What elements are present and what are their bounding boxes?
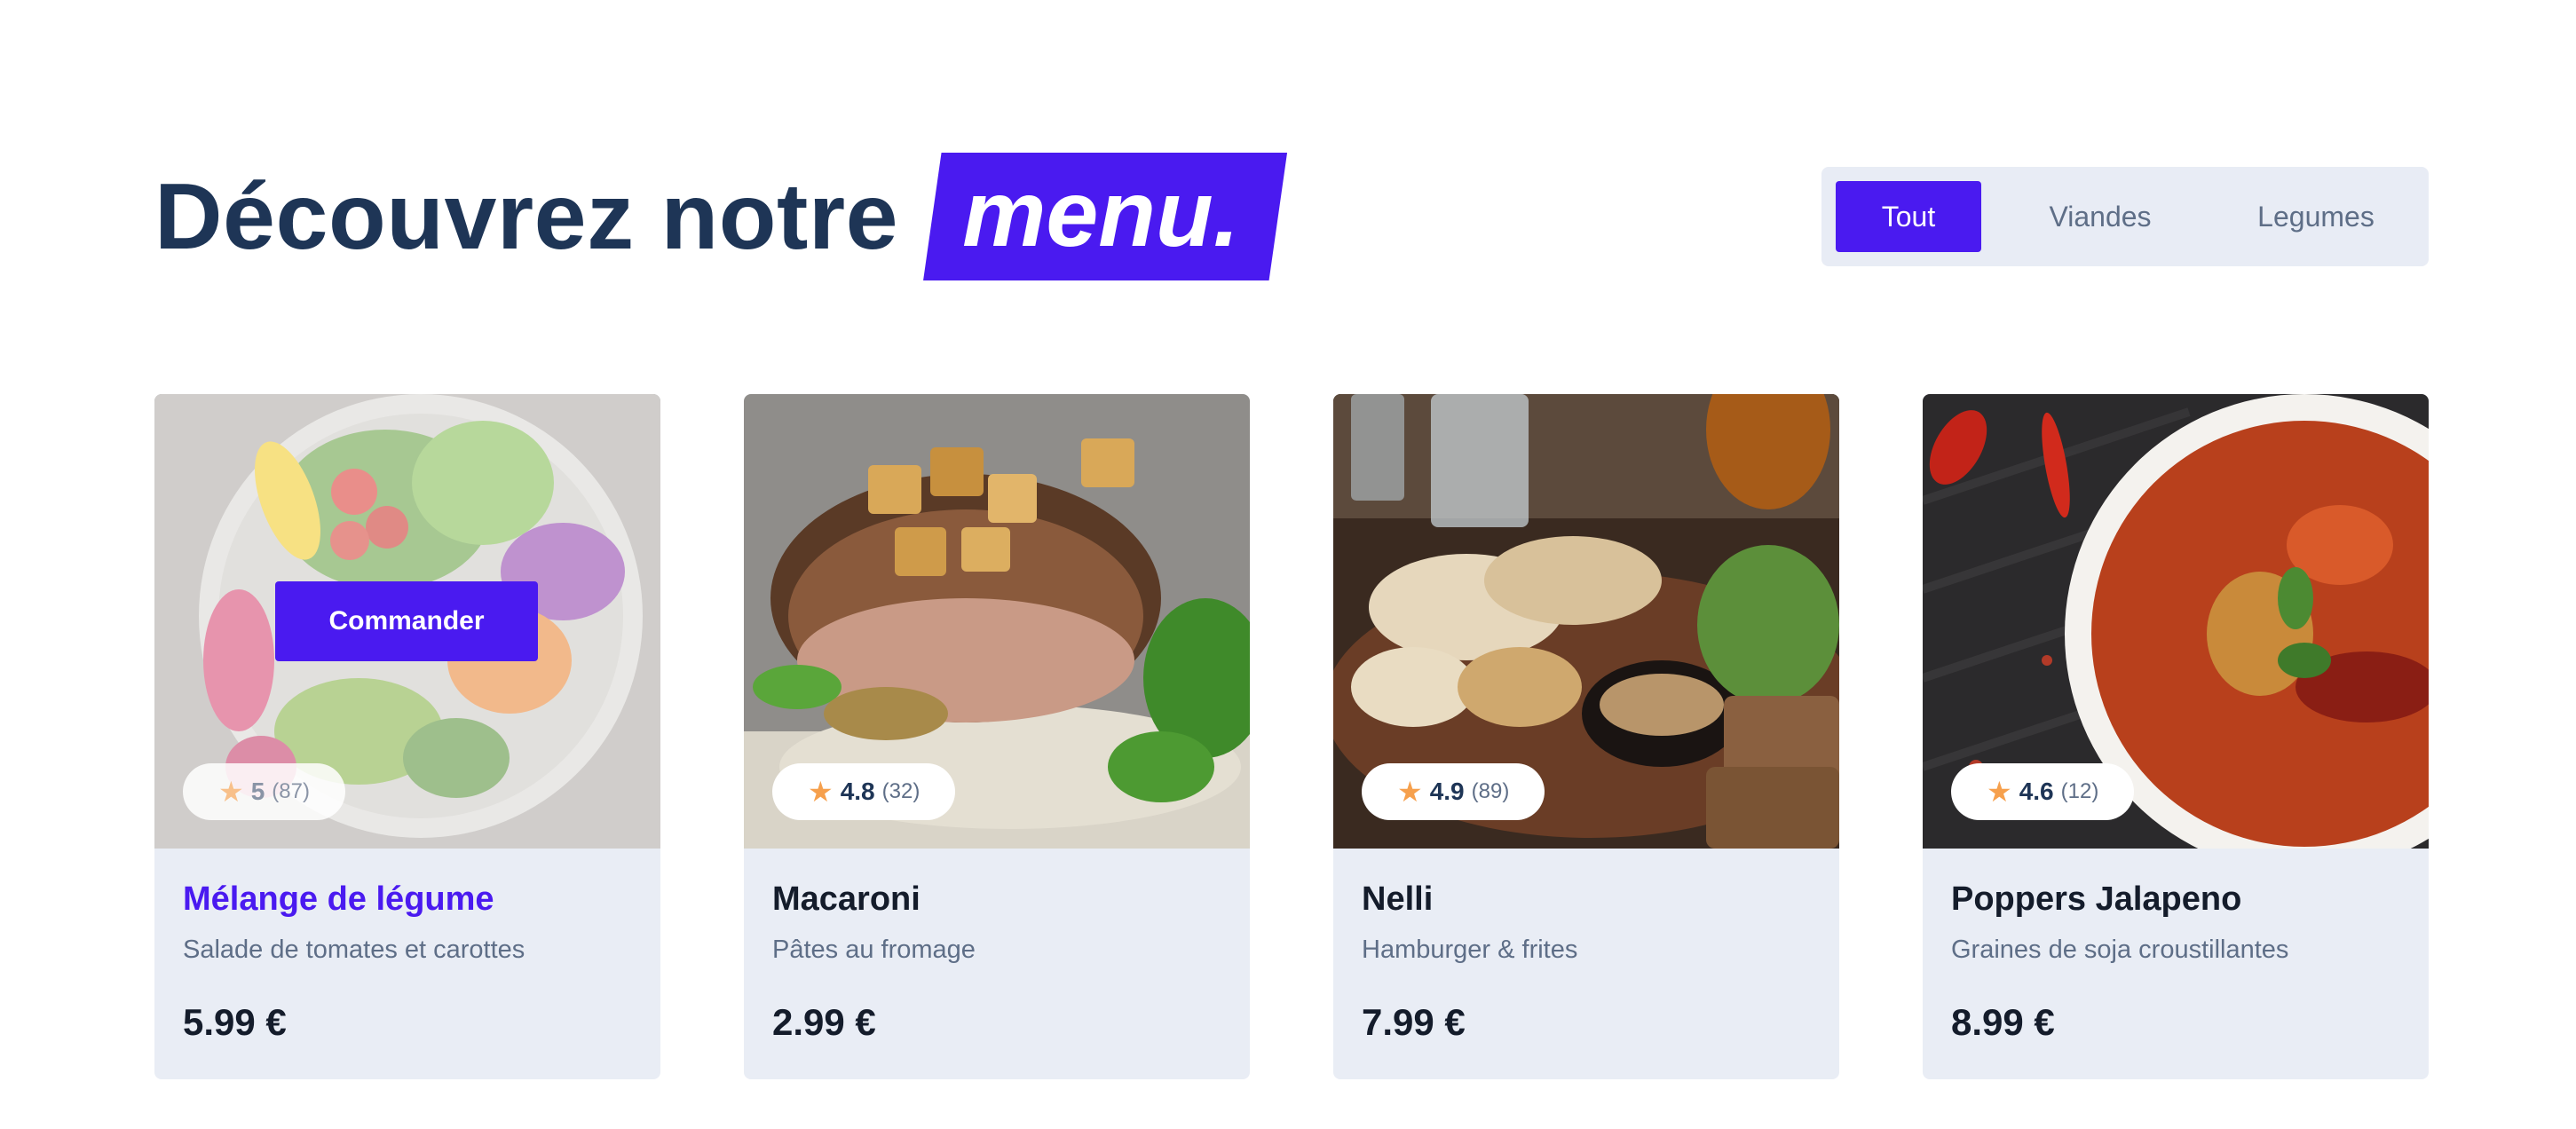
rating-badge: ★ 4.8 (32) [772, 763, 956, 820]
rating-score: 4.9 [1429, 778, 1465, 805]
card-title[interactable]: Mélange de légume [183, 880, 494, 919]
rating-count: (12) [2060, 779, 2099, 803]
menu-card-melange-de-legume[interactable]: Commander ★ 5 (87) Mélange de légume Sal… [154, 394, 660, 1079]
page-title: Découvrez notre menu. [154, 153, 1287, 280]
curry-bowl-photo: ★ 4.6 (12) [1923, 394, 2429, 849]
menu-card-nelli[interactable]: ★ 4.9 (89) Nelli Hamburger & frites 7.99… [1333, 394, 1839, 1079]
card-title[interactable]: Nelli [1362, 880, 1433, 919]
filter-tab-tout[interactable]: Tout [1836, 181, 1981, 252]
card-description: Pâtes au fromage [772, 936, 976, 964]
grilled-meat-photo: ★ 4.8 (32) [744, 394, 1250, 849]
rating-score: 5 [250, 778, 265, 805]
menu-card-macaroni[interactable]: ★ 4.8 (32) Macaroni Pâtes au fromage 2.9… [744, 394, 1250, 1079]
rating-count: (87) [272, 779, 310, 803]
order-button[interactable]: Commander [275, 581, 538, 661]
category-filter: Tout Viandes Legumes [1821, 167, 2429, 266]
rating-score: 4.8 [840, 778, 875, 805]
page-title-highlight: menu. [923, 153, 1287, 280]
card-description: Hamburger & frites [1362, 936, 1578, 964]
card-title[interactable]: Macaroni [772, 880, 921, 919]
filter-tab-legumes[interactable]: Legumes [2217, 181, 2414, 252]
star-icon: ★ [218, 776, 244, 808]
card-description: Graines de soja croustillantes [1951, 936, 2289, 964]
filter-tab-viandes[interactable]: Viandes [2008, 181, 2193, 252]
rating-count: (89) [1471, 779, 1510, 803]
card-description: Salade de tomates et carottes [183, 936, 525, 964]
card-price: 5.99 € [183, 1001, 287, 1043]
card-title[interactable]: Poppers Jalapeno [1951, 880, 2241, 919]
card-price: 8.99 € [1951, 1001, 2055, 1043]
card-price: 7.99 € [1362, 1001, 1466, 1043]
rating-badge: ★ 4.6 (12) [1951, 763, 2135, 820]
seafood-platter-photo: ★ 4.9 (89) [1333, 394, 1839, 849]
rating-badge: ★ 5 (87) [183, 763, 345, 820]
rating-badge: ★ 4.9 (89) [1362, 763, 1545, 820]
rating-count: (32) [881, 779, 921, 803]
menu-card-poppers-jalapeno[interactable]: ★ 4.6 (12) Poppers Jalapeno Graines de s… [1923, 394, 2429, 1079]
star-icon: ★ [1397, 776, 1423, 808]
page-title-highlight-text: menu. [962, 162, 1240, 266]
star-icon: ★ [1987, 776, 2012, 808]
page-title-text: Découvrez notre [154, 164, 899, 269]
rating-score: 4.6 [2019, 778, 2054, 805]
card-price: 2.99 € [772, 1001, 876, 1043]
salad-photo: Commander ★ 5 (87) [154, 394, 660, 849]
star-icon: ★ [808, 776, 834, 808]
